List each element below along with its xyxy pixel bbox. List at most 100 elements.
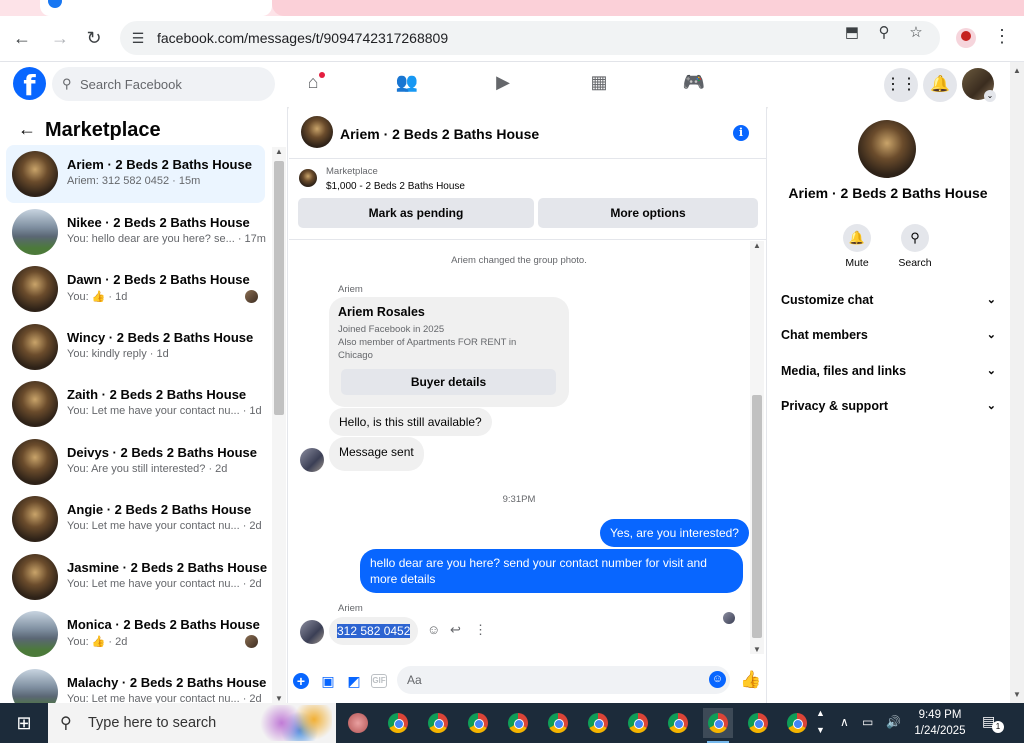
row-label: Chat members (781, 328, 868, 342)
scroll-up-icon[interactable]: ▲ (275, 147, 283, 156)
message-input[interactable] (407, 671, 687, 689)
menu-grid-icon[interactable]: ⋮⋮ (884, 68, 918, 102)
buyer-details-button[interactable]: Buyer details (341, 369, 556, 395)
install-app-icon[interactable]: ⬒ (842, 23, 862, 43)
chrome-icon[interactable] (743, 708, 773, 738)
chrome-icon[interactable] (583, 708, 613, 738)
bookmark-star-icon[interactable]: ☆ (906, 23, 926, 43)
conversation-item[interactable]: Wincy · 2 Beds 2 Baths House You: kindly … (6, 318, 265, 376)
address-bar[interactable]: ☰ facebook.com/messages/t/90947423172688… (120, 21, 940, 55)
conversation-item[interactable]: Angie · 2 Beds 2 Baths House You: Let me … (6, 490, 265, 548)
sender-avatar[interactable] (300, 448, 324, 472)
conversation-item[interactable]: Jasmine · 2 Beds 2 Baths House You: Let m… (6, 548, 267, 606)
conversation-item[interactable]: Monica · 2 Beds 2 Baths House You: 👍 · 2d (6, 605, 265, 663)
conversation-item[interactable]: Zaith · 2 Beds 2 Baths House You: Let me … (6, 375, 265, 433)
scroll-down-icon[interactable]: ▼ (753, 645, 761, 654)
page-scrollbar[interactable]: ▲ ▼ (1010, 62, 1024, 703)
conversation-item[interactable]: Nikee · 2 Beds 2 Baths House You: hello d… (6, 203, 266, 261)
marketplace-icon[interactable]: ▦ (584, 72, 614, 98)
customize-chat-row[interactable]: Customize chat ⌄ (781, 293, 996, 317)
url-text[interactable]: facebook.com/messages/t/9094742317268809 (157, 30, 448, 46)
chat-members-row[interactable]: Chat members ⌄ (781, 328, 996, 352)
chat-avatar[interactable] (301, 116, 333, 148)
outgoing-message[interactable]: Yes, are you interested? (600, 519, 749, 547)
back-icon[interactable]: ← (9, 25, 35, 51)
scroll-down-icon[interactable]: ▼ (1013, 690, 1021, 699)
listing-thumbnail[interactable] (299, 169, 317, 187)
video-icon[interactable]: ▶ (488, 72, 518, 98)
chrome-icon[interactable] (463, 708, 493, 738)
mute-button[interactable]: 🔔 Mute (832, 224, 882, 269)
zoom-icon[interactable]: ⚲ (874, 23, 894, 43)
chat-title[interactable]: Ariem · 2 Beds 2 Baths House (340, 126, 539, 142)
media-files-row[interactable]: Media, files and links ⌄ (781, 364, 996, 388)
chrome-icon[interactable] (703, 708, 733, 743)
browser-tab[interactable] (40, 0, 272, 16)
scroll-down-icon[interactable]: ▼ (275, 694, 283, 703)
facebook-search[interactable]: ⚲ (52, 67, 275, 101)
scroll-up-icon[interactable]: ▲ (753, 241, 761, 250)
facebook-logo-icon[interactable]: f (13, 67, 46, 100)
chrome-icon[interactable] (543, 708, 573, 738)
sticker-icon[interactable]: ◩ (345, 672, 363, 690)
windows-start-icon[interactable]: ⊞ (0, 703, 48, 743)
chrome-icon[interactable] (383, 708, 413, 738)
details-avatar[interactable] (858, 120, 916, 178)
notification-center-icon[interactable]: ▤ 1 (982, 713, 1004, 733)
photo-icon[interactable]: ▣ (319, 672, 337, 690)
account-avatar[interactable]: ⌄ (962, 68, 996, 102)
app-icon[interactable] (343, 708, 373, 738)
notifications-bell-icon[interactable]: 🔔 (923, 68, 957, 102)
incoming-message[interactable]: Message sent (329, 437, 424, 471)
thumbs-up-icon[interactable]: 👍 (740, 670, 761, 690)
taskbar-search[interactable]: ⚲ Type here to search (48, 703, 336, 743)
home-icon[interactable]: ⌂ (298, 72, 328, 98)
incoming-message[interactable]: 312 582 0452 (329, 617, 419, 645)
scroll-thumb[interactable] (752, 395, 762, 638)
gaming-icon[interactable]: 🎮 (679, 72, 709, 98)
volume-icon[interactable]: 🔊 (886, 715, 901, 729)
show-hidden-icons-icon[interactable]: ∧ (840, 715, 849, 729)
network-icon[interactable]: ▭ (862, 715, 873, 729)
selected-phone-number[interactable]: 312 582 0452 (337, 624, 411, 638)
listing-price[interactable]: $1,000 - 2 Beds 2 Baths House (326, 181, 465, 192)
profile-icon[interactable] (956, 28, 976, 48)
chrome-icon[interactable] (503, 708, 533, 738)
taskbar-clock[interactable]: 9:49 PM 1/24/2025 (912, 707, 968, 739)
more-icon[interactable]: ⋮ (474, 622, 487, 638)
friends-icon[interactable]: 👥 (392, 72, 422, 98)
search-button[interactable]: ⚲ Search (890, 224, 940, 269)
conversation-item[interactable]: Dawn · 2 Beds 2 Baths House You: 👍 · 1d (6, 260, 265, 318)
conversation-item[interactable]: Malachy · 2 Beds 2 Baths House You: Let m… (6, 663, 266, 703)
conversation-item[interactable]: Deivys · 2 Beds 2 Baths House You: Are yo… (6, 433, 265, 491)
chrome-icon[interactable] (782, 708, 812, 738)
site-info-icon[interactable]: ☰ (128, 28, 148, 48)
sidebar-scrollbar[interactable]: ▲ ▼ (272, 147, 286, 703)
scroll-thumb[interactable] (274, 161, 284, 415)
plus-icon[interactable]: + (293, 673, 309, 689)
sender-avatar[interactable] (300, 620, 324, 644)
react-emoji-icon[interactable]: ☺ (427, 622, 440, 637)
thread-scrollbar[interactable]: ▲ ▼ (750, 241, 764, 654)
more-options-button[interactable]: More options (538, 198, 758, 228)
gif-icon[interactable]: GIF (371, 674, 387, 688)
scroll-up-icon[interactable]: ▲ (1013, 66, 1021, 75)
back-arrow-icon[interactable]: ← (18, 119, 36, 140)
mark-pending-button[interactable]: Mark as pending (298, 198, 534, 228)
chrome-icon[interactable] (623, 708, 653, 738)
chrome-icon[interactable] (423, 708, 453, 738)
incoming-message[interactable]: Hello, is this still available? (329, 408, 492, 436)
browser-menu-icon[interactable]: ⋮ (992, 26, 1012, 50)
outgoing-message[interactable]: hello dear are you here? send your conta… (360, 549, 743, 593)
reply-icon[interactable]: ↩ (450, 622, 461, 638)
message-field[interactable]: ☺ (397, 666, 730, 694)
chrome-icon[interactable] (663, 708, 693, 738)
info-icon[interactable]: i (733, 125, 749, 141)
forward-icon[interactable]: → (47, 25, 73, 51)
emoji-icon[interactable]: ☺ (709, 671, 726, 688)
reload-icon[interactable]: ↻ (81, 25, 107, 51)
facebook-search-input[interactable] (80, 74, 260, 94)
privacy-support-row[interactable]: Privacy & support ⌄ (781, 399, 996, 423)
taskbar-scroll-icon[interactable]: ▲ ▼ (816, 705, 825, 739)
conversation-item[interactable]: Ariem · 2 Beds 2 Baths House Ariem: 312 5… (6, 145, 265, 203)
